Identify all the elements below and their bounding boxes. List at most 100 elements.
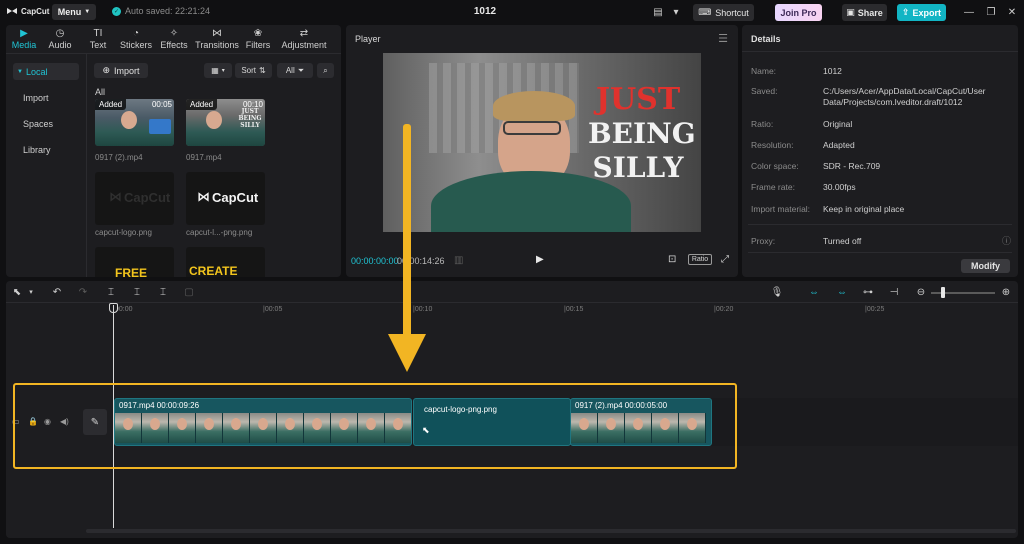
share-button[interactable]: ▣ Share bbox=[842, 4, 887, 21]
text-icon: TI bbox=[93, 28, 103, 39]
sort-icon: ⇅ bbox=[258, 66, 266, 75]
zoom-in-icon[interactable]: ⊕ bbox=[999, 285, 1013, 299]
tab-audio[interactable]: ◷ Audio bbox=[42, 25, 78, 53]
detail-label: Resolution: bbox=[751, 140, 794, 150]
magnet-icon[interactable]: ⇔ bbox=[807, 285, 821, 299]
nav-library-label: Library bbox=[23, 144, 51, 155]
media-tabs: ▶ Media ◷ Audio TI Text ◔ Stickers ✧ Eff… bbox=[6, 25, 341, 53]
search-button[interactable]: ⌕ bbox=[317, 63, 334, 78]
shortcut-button[interactable]: ⌨ Shortcut bbox=[693, 4, 754, 21]
microphone-icon[interactable]: 🎙 bbox=[770, 285, 784, 299]
detail-row-name: Name: 1012 bbox=[751, 66, 1011, 77]
detail-label: Name: bbox=[751, 66, 777, 76]
transitions-icon: ⋈ bbox=[212, 28, 222, 39]
video-preview[interactable]: JUST BEING SILLY bbox=[383, 53, 701, 232]
redo-icon[interactable]: ↷ bbox=[76, 285, 90, 299]
share-label: Share bbox=[857, 7, 883, 18]
fullscreen-focus-icon[interactable]: ⊡ bbox=[668, 254, 676, 265]
ratio-button[interactable]: Ratio bbox=[688, 254, 712, 265]
tab-transitions[interactable]: ⋈ Transitions bbox=[194, 25, 240, 53]
view-mode-button[interactable]: ▦ ▾ bbox=[204, 63, 232, 78]
chevron-down-icon[interactable]: ▾ bbox=[668, 5, 684, 19]
overlay-text: CREATE bbox=[189, 264, 238, 277]
nav-local[interactable]: ▼ Local bbox=[13, 63, 79, 80]
media-side-nav: ▼ Local Import Spaces Library bbox=[13, 63, 79, 167]
tab-adjustment[interactable]: ⇄ Adjustment bbox=[276, 25, 332, 53]
player-title: Player bbox=[355, 34, 381, 44]
capcut-logo-icon: ⋈ bbox=[109, 189, 122, 204]
detail-row-ratio: Ratio: Original bbox=[751, 119, 1011, 130]
tab-effects[interactable]: ✧ Effects bbox=[154, 25, 194, 53]
import-button[interactable]: ⊕ Import bbox=[94, 63, 148, 78]
restore-icon[interactable]: ❐ bbox=[984, 5, 998, 19]
overlay-line-1: JUST bbox=[595, 82, 681, 117]
import-label: Import bbox=[114, 65, 140, 76]
filters-icon: ❀ bbox=[253, 28, 263, 39]
media-item-name: capcut-logo.png bbox=[95, 228, 152, 237]
monitor-shape bbox=[149, 119, 171, 134]
tab-filters[interactable]: ❀ Filters bbox=[240, 25, 276, 53]
join-pro-button[interactable]: Join Pro bbox=[775, 4, 822, 21]
zoom-slider-handle[interactable] bbox=[941, 287, 945, 298]
media-icon: ▶ bbox=[20, 28, 28, 39]
info-icon[interactable]: ⓘ bbox=[1002, 234, 1011, 247]
filter-label: All bbox=[285, 66, 295, 75]
capcut-logo-icon: ⋈ bbox=[197, 189, 210, 204]
split-left-icon[interactable]: ⌶ bbox=[130, 285, 144, 299]
detail-label: Ratio: bbox=[751, 119, 774, 129]
details-divider bbox=[748, 252, 1012, 253]
select-cursor-icon[interactable]: ⬉ bbox=[10, 285, 24, 299]
play-button[interactable]: ▶ bbox=[536, 254, 544, 265]
detail-row-import: Import material: Keep in original place bbox=[751, 204, 1011, 215]
added-badge: Added bbox=[95, 99, 127, 110]
media-item-create[interactable]: CREATE bbox=[186, 247, 265, 277]
join-pro-label: Join Pro bbox=[780, 7, 817, 18]
layout-icon[interactable]: ▤ bbox=[650, 5, 666, 19]
stickers-icon: ◔ bbox=[132, 28, 140, 39]
undo-icon[interactable]: ↶ bbox=[50, 285, 64, 299]
timeline-scrollbar[interactable] bbox=[86, 529, 1016, 533]
media-panel: ▶ Media ◷ Audio TI Text ◔ Stickers ✧ Eff… bbox=[6, 25, 341, 277]
nav-spaces[interactable]: Spaces bbox=[13, 115, 79, 132]
nav-spaces-label: Spaces bbox=[23, 118, 54, 129]
media-item-capcut-logo-png[interactable]: ⋈ CapCut bbox=[186, 172, 265, 225]
zoom-out-icon[interactable]: ⊖ bbox=[914, 285, 928, 299]
linkage-icon[interactable]: ⇔ bbox=[835, 285, 849, 299]
nav-library[interactable]: Library bbox=[13, 141, 79, 158]
preview-axis-icon[interactable]: ⊣ bbox=[887, 285, 901, 299]
tab-stickers[interactable]: ◔ Stickers bbox=[118, 25, 154, 53]
media-item-free[interactable]: FREE bbox=[95, 247, 174, 277]
media-item-name: capcut-l...-png.png bbox=[186, 228, 253, 237]
tab-text[interactable]: TI Text bbox=[78, 25, 118, 53]
nav-local-label: Local bbox=[25, 66, 48, 77]
minimize-icon[interactable]: — bbox=[962, 5, 976, 19]
filter-icon: ⏷ bbox=[297, 65, 305, 75]
nav-divider bbox=[86, 54, 87, 277]
split-icon[interactable]: ⌶ bbox=[104, 285, 118, 299]
delete-icon[interactable]: ▢ bbox=[182, 285, 196, 299]
export-button[interactable]: ⇪ Export bbox=[897, 4, 946, 21]
detail-row-colorspace: Color space: SDR - Rec.709 bbox=[751, 161, 1011, 172]
export-label: Export bbox=[912, 7, 942, 18]
menu-button[interactable]: Menu ▼ bbox=[52, 4, 96, 20]
media-item-name: 0917 (2).mp4 bbox=[95, 153, 143, 162]
expand-icon[interactable]: ⤢ bbox=[721, 254, 729, 265]
split-right-icon[interactable]: ⌶ bbox=[156, 285, 170, 299]
menu-icon[interactable]: ☰ bbox=[718, 32, 728, 45]
close-icon[interactable]: ✕ bbox=[1005, 5, 1019, 19]
tab-adjustment-label: Adjustment bbox=[281, 40, 327, 50]
tab-media[interactable]: ▶ Media bbox=[6, 25, 42, 53]
sort-button[interactable]: Sort ⇅ bbox=[235, 63, 272, 78]
nav-import[interactable]: Import bbox=[13, 89, 79, 106]
overlay-line-2: BEING bbox=[588, 117, 696, 150]
link-icon[interactable]: ⊶ bbox=[861, 285, 875, 299]
media-item-0917-2[interactable]: Added 00:05 bbox=[95, 99, 174, 146]
ruler-tick: |00:20 bbox=[714, 306, 734, 313]
chevron-down-icon[interactable]: ▾ bbox=[24, 285, 38, 299]
detail-label: Frame rate: bbox=[751, 182, 795, 192]
filter-button[interactable]: All ⏷ bbox=[277, 63, 313, 78]
media-item-0917[interactable]: JUST BEING SILLY Added 00:10 bbox=[186, 99, 265, 146]
media-item-capcut-logo[interactable]: ⋈ CapCut bbox=[95, 172, 174, 225]
modify-button[interactable]: Modify bbox=[961, 259, 1010, 273]
waveform-icon[interactable]: ▥ bbox=[454, 255, 463, 266]
